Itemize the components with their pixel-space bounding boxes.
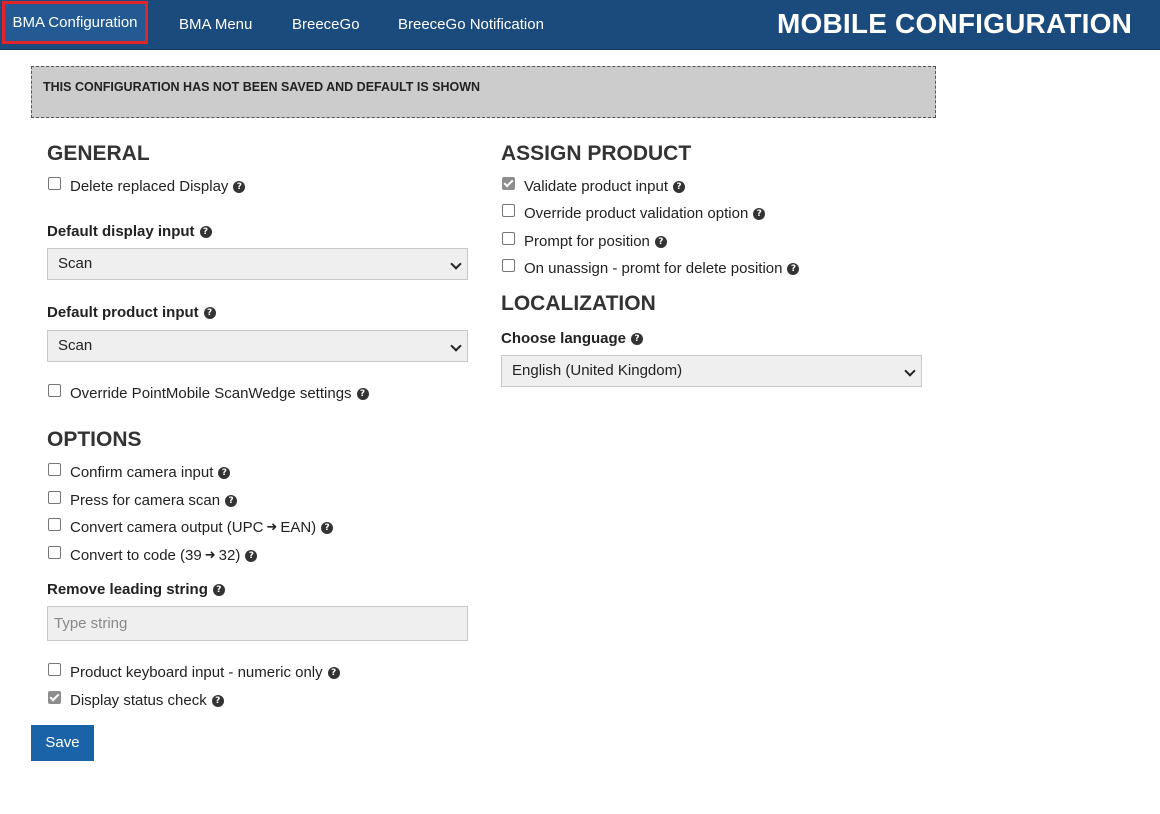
- remove-leading-string-input[interactable]: Type string: [47, 606, 468, 641]
- option-label: Override product validation option: [524, 205, 749, 222]
- input-placeholder: Type string: [54, 615, 128, 632]
- convert-to-code-checkbox[interactable]: [48, 546, 61, 559]
- option-label: Product keyboard input - numeric only: [70, 664, 323, 681]
- help-icon[interactable]: ?: [203, 306, 216, 319]
- convert-camera-output-checkbox[interactable]: [48, 518, 61, 531]
- delete-replaced-display-option[interactable]: Delete replaced Display ?: [47, 177, 246, 195]
- override-validation-checkbox[interactable]: [502, 204, 515, 217]
- help-icon[interactable]: ?: [753, 207, 766, 220]
- choose-language-label: Choose language ?: [501, 330, 644, 347]
- chevron-down-icon: [450, 258, 462, 270]
- press-camera-scan-checkbox[interactable]: [48, 491, 61, 504]
- override-validation-option[interactable]: Override product validation option ?: [501, 204, 766, 222]
- help-icon[interactable]: ?: [327, 666, 340, 679]
- unassign-delete-checkbox[interactable]: [502, 259, 515, 272]
- convert-camera-output-option[interactable]: Convert camera output (UPC ➜ EAN) ?: [47, 518, 334, 536]
- numeric-only-checkbox[interactable]: [48, 663, 61, 676]
- nav-breecego[interactable]: BreeceGo: [292, 0, 360, 49]
- nav-bma-menu[interactable]: BMA Menu: [179, 0, 252, 49]
- help-icon[interactable]: ?: [245, 549, 258, 562]
- prompt-position-checkbox[interactable]: [502, 232, 515, 245]
- option-label: Prompt for position: [524, 233, 650, 250]
- remove-leading-string-label: Remove leading string ?: [47, 581, 225, 598]
- option-label: Convert camera output (UPC: [70, 519, 264, 536]
- select-value: Scan: [58, 255, 93, 272]
- unassign-delete-option[interactable]: On unassign - promt for delete position …: [501, 259, 800, 277]
- nav-breecego-notification[interactable]: BreeceGo Notification: [398, 0, 544, 49]
- section-heading-options: OPTIONS: [47, 428, 142, 451]
- numeric-only-option[interactable]: Product keyboard input - numeric only ?: [47, 663, 340, 681]
- option-label: Display status check: [70, 692, 207, 709]
- option-label: 32): [218, 547, 241, 564]
- help-icon[interactable]: ?: [356, 387, 369, 400]
- override-scanwedge-option[interactable]: Override PointMobile ScanWedge settings …: [47, 384, 369, 402]
- help-icon[interactable]: ?: [199, 225, 212, 238]
- prompt-position-option[interactable]: Prompt for position ?: [501, 232, 667, 250]
- help-icon[interactable]: ?: [211, 694, 224, 707]
- option-label: Convert to code (39: [70, 547, 202, 564]
- section-heading-general: GENERAL: [47, 142, 150, 165]
- help-icon[interactable]: ?: [673, 180, 685, 193]
- page-brand-title: MOBILE CONFIGURATION: [776, 8, 1132, 39]
- field-label-text: Default product input: [47, 304, 199, 321]
- option-label: Delete replaced Display: [70, 178, 229, 195]
- field-label-text: Choose language: [501, 330, 627, 347]
- language-select[interactable]: English (United Kingdom): [501, 355, 922, 387]
- nav-bma-configuration[interactable]: BMA Configuration: [2, 1, 148, 44]
- default-product-input-select[interactable]: Scan: [47, 330, 468, 362]
- section-heading-assign-product: ASSIGN PRODUCT: [501, 142, 692, 165]
- delete-replaced-display-checkbox[interactable]: [48, 177, 61, 190]
- default-display-input-select[interactable]: Scan: [47, 248, 468, 280]
- field-label-text: Default display input: [47, 223, 195, 240]
- help-icon[interactable]: ?: [654, 235, 667, 248]
- chevron-down-icon: [904, 365, 916, 377]
- option-label: Override PointMobile ScanWedge settings: [70, 385, 352, 402]
- save-button[interactable]: Save: [31, 725, 94, 761]
- default-product-input-label: Default product input ?: [47, 304, 216, 321]
- arrow-right-icon: ➜: [204, 548, 216, 563]
- field-label-text: Remove leading string: [47, 581, 208, 598]
- display-status-check-checkbox[interactable]: [48, 691, 61, 704]
- chevron-down-icon: [450, 340, 462, 352]
- top-navbar: BMA Configuration BMA Menu BreeceGo Bree…: [0, 0, 1160, 50]
- convert-to-code-option[interactable]: Convert to code (39 ➜ 32) ?: [47, 546, 258, 564]
- validate-product-input-checkbox[interactable]: [502, 177, 515, 190]
- override-scanwedge-checkbox[interactable]: [48, 384, 61, 397]
- select-value: English (United Kingdom): [512, 362, 683, 379]
- option-label: On unassign - promt for delete position: [524, 260, 783, 277]
- press-camera-scan-option[interactable]: Press for camera scan ?: [47, 491, 238, 509]
- help-icon[interactable]: ?: [321, 521, 334, 534]
- option-label: Validate product input: [524, 178, 668, 195]
- select-value: Scan: [58, 337, 93, 354]
- arrow-right-icon: ➜: [266, 520, 278, 535]
- option-label: Press for camera scan: [70, 492, 221, 509]
- section-heading-localization: LOCALIZATION: [501, 292, 656, 315]
- help-icon[interactable]: ?: [631, 332, 644, 345]
- help-icon[interactable]: ?: [218, 466, 231, 479]
- option-label: EAN): [280, 519, 317, 536]
- help-icon[interactable]: ?: [225, 494, 238, 507]
- confirm-camera-input-option[interactable]: Confirm camera input ?: [47, 463, 231, 481]
- unsaved-notice: THIS CONFIGURATION HAS NOT BEEN SAVED AN…: [31, 66, 936, 118]
- display-status-check-option[interactable]: Display status check ?: [47, 691, 224, 709]
- validate-product-input-option[interactable]: Validate product input ?: [501, 177, 685, 195]
- option-label: Confirm camera input: [70, 464, 214, 481]
- help-icon[interactable]: ?: [212, 583, 225, 596]
- help-icon[interactable]: ?: [787, 262, 800, 275]
- default-display-input-label: Default display input ?: [47, 223, 212, 240]
- confirm-camera-input-checkbox[interactable]: [48, 463, 61, 476]
- help-icon[interactable]: ?: [233, 180, 246, 193]
